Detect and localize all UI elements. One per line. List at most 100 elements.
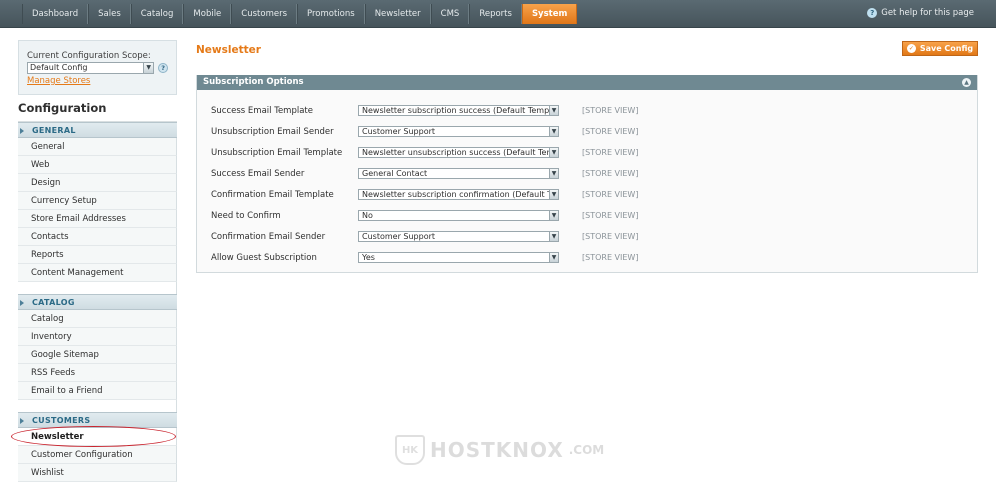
sidebar-item-email-to-a-friend[interactable]: Email to a Friend	[18, 382, 177, 400]
save-config-button[interactable]: ✓ Save Config	[902, 41, 978, 56]
help-link[interactable]: ? Get help for this page	[867, 8, 974, 18]
select-value: Newsletter unsubscription success (Defau…	[362, 148, 559, 157]
chevron-down-icon: ▼	[549, 253, 558, 262]
sidebar-item-rss-feeds[interactable]: RSS Feeds	[18, 364, 177, 382]
section-header[interactable]: Subscription Options ▲	[197, 75, 977, 90]
unsubscription-email-template-select[interactable]: Newsletter unsubscription success (Defau…	[358, 147, 559, 158]
group-title: CUSTOMERS	[32, 416, 91, 425]
form-row: Unsubscription Email Template Newsletter…	[211, 142, 638, 163]
section-title: Subscription Options	[203, 77, 304, 87]
sidebar-item-newsletter[interactable]: Newsletter	[18, 428, 177, 446]
scope-tag: [STORE VIEW]	[582, 169, 639, 178]
nav-reports[interactable]: Reports	[469, 4, 522, 24]
form-row: Success Email Template Newsletter subscr…	[211, 100, 638, 121]
manage-stores-link[interactable]: Manage Stores	[27, 76, 168, 86]
group-customers: CUSTOMERS Newsletter Customer Configurat…	[18, 412, 177, 482]
scope-tag: [STORE VIEW]	[582, 106, 639, 115]
nav-cms[interactable]: CMS	[430, 4, 470, 24]
group-spacer	[18, 400, 177, 412]
scope-tag: [STORE VIEW]	[582, 211, 639, 220]
select-value: Customer Support	[362, 127, 436, 136]
scope-tag: [STORE VIEW]	[582, 232, 639, 241]
config-sidebar: Current Configuration Scope: Default Con…	[18, 40, 177, 482]
form-row: Confirmation Email Sender Customer Suppo…	[211, 226, 638, 247]
group-header-catalog[interactable]: CATALOG	[18, 294, 177, 310]
arrow-right-icon	[20, 128, 24, 134]
form-rows: Success Email Template Newsletter subscr…	[211, 100, 638, 268]
group-spacer	[18, 282, 177, 294]
nav-promotions[interactable]: Promotions	[297, 4, 365, 24]
scope-tag: [STORE VIEW]	[582, 127, 639, 136]
field-label: Unsubscription Email Template	[211, 147, 343, 158]
chevron-down-icon: ▼	[549, 127, 558, 136]
scope-row: Default Config ▼ ?	[27, 62, 168, 74]
chevron-down-icon: ▼	[549, 169, 558, 178]
group-header-customers[interactable]: CUSTOMERS	[18, 412, 177, 428]
sidebar-item-contacts[interactable]: Contacts	[18, 228, 177, 246]
nav-newsletter[interactable]: Newsletter	[364, 4, 431, 24]
select-value: No	[362, 211, 373, 220]
select-value: Newsletter subscription success (Default…	[362, 106, 559, 115]
group-general: GENERAL General Web Design Currency Setu…	[18, 122, 177, 294]
scope-tag: [STORE VIEW]	[582, 190, 639, 199]
field-label: Confirmation Email Template	[211, 189, 334, 200]
arrow-right-icon	[20, 300, 24, 306]
nav-dashboard[interactable]: Dashboard	[22, 4, 89, 24]
sidebar-item-general[interactable]: General	[18, 138, 177, 156]
field-label: Success Email Sender	[211, 168, 305, 179]
select-value: Newsletter subscription confirmation (De…	[362, 190, 559, 199]
chevron-down-icon: ▼	[143, 63, 154, 73]
sidebar-item-web[interactable]: Web	[18, 156, 177, 174]
help-text: Get help for this page	[881, 8, 974, 18]
nav-menu: Dashboard Sales Catalog Mobile Customers…	[22, 4, 578, 24]
field-label: Confirmation Email Sender	[211, 231, 326, 242]
page-title: Newsletter	[196, 44, 261, 56]
sidebar-item-wishlist[interactable]: Wishlist	[18, 464, 177, 482]
scope-label: Current Configuration Scope:	[27, 51, 151, 61]
nav-sales[interactable]: Sales	[88, 4, 131, 24]
nav-system[interactable]: System	[521, 4, 578, 24]
select-value: Yes	[362, 253, 375, 262]
chevron-down-icon: ▼	[549, 211, 558, 220]
form-row: Confirmation Email Template Newsletter s…	[211, 184, 638, 205]
allow-guest-subscription-select[interactable]: Yes ▼	[358, 252, 559, 263]
sidebar-item-design[interactable]: Design	[18, 174, 177, 192]
sidebar-item-customer-configuration[interactable]: Customer Configuration	[18, 446, 177, 464]
help-icon: ?	[867, 8, 878, 18]
form-row: Need to Confirm No ▼ [STORE VIEW]	[211, 205, 638, 226]
nav-mobile[interactable]: Mobile	[183, 4, 232, 24]
sidebar-item-google-sitemap[interactable]: Google Sitemap	[18, 346, 177, 364]
group-catalog: CATALOG Catalog Inventory Google Sitemap…	[18, 294, 177, 412]
nav-catalog[interactable]: Catalog	[130, 4, 184, 24]
nav-customers[interactable]: Customers	[231, 4, 298, 24]
scope-tag: [STORE VIEW]	[582, 253, 639, 262]
sidebar-item-store-email-addresses[interactable]: Store Email Addresses	[18, 210, 177, 228]
arrow-right-icon	[20, 418, 24, 424]
sidebar-item-reports[interactable]: Reports	[18, 246, 177, 264]
question-icon[interactable]: ?	[158, 63, 168, 73]
sidebar-item-content-management[interactable]: Content Management	[18, 264, 177, 282]
scope-value: Default Config	[30, 63, 88, 72]
group-title: GENERAL	[32, 126, 76, 135]
sidebar-item-inventory[interactable]: Inventory	[18, 328, 177, 346]
group-header-general[interactable]: GENERAL	[18, 122, 177, 138]
hostknox-logo-icon: HK	[395, 435, 425, 465]
watermark-domain: .COM	[568, 443, 605, 457]
chevron-down-icon: ▼	[549, 190, 558, 199]
hostknox-watermark: HK HOSTKNOX .COM	[395, 435, 604, 465]
unsubscription-email-sender-select[interactable]: Customer Support ▼	[358, 126, 559, 137]
configuration-title: Configuration	[18, 95, 177, 122]
page: Dashboard Sales Catalog Mobile Customers…	[0, 0, 996, 483]
success-email-template-select[interactable]: Newsletter subscription success (Default…	[358, 105, 559, 116]
scope-select[interactable]: Default Config ▼	[27, 62, 155, 74]
confirmation-email-sender-select[interactable]: Customer Support ▼	[358, 231, 559, 242]
collapse-icon[interactable]: ▲	[962, 78, 971, 87]
need-to-confirm-select[interactable]: No ▼	[358, 210, 559, 221]
sidebar-item-currency-setup[interactable]: Currency Setup	[18, 192, 177, 210]
success-email-sender-select[interactable]: General Contact ▼	[358, 168, 559, 179]
form-row: Unsubscription Email Sender Customer Sup…	[211, 121, 638, 142]
sidebar-item-catalog[interactable]: Catalog	[18, 310, 177, 328]
confirmation-email-template-select[interactable]: Newsletter subscription confirmation (De…	[358, 189, 559, 200]
select-value: General Contact	[362, 169, 428, 178]
chevron-down-icon: ▼	[549, 232, 558, 241]
